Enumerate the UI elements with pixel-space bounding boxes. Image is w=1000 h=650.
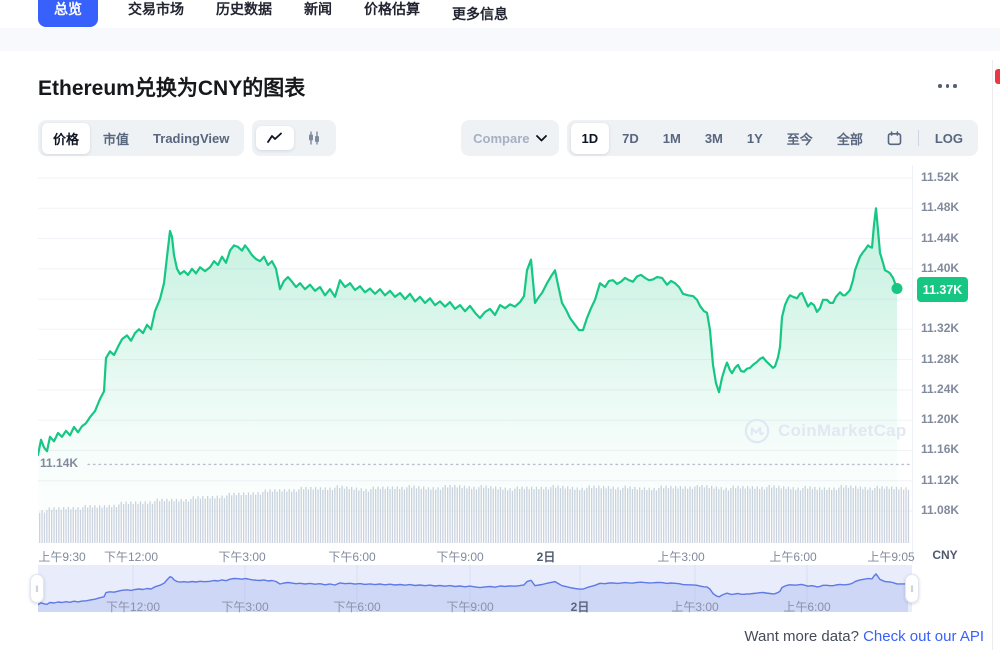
minimap-tick: 下午3:00 [221,598,268,615]
page-title: Ethereum兑换为CNY的图表 [38,72,305,102]
calendar-icon[interactable] [876,125,913,152]
y-axis-tick: 11.40K [921,261,959,275]
api-promo: Want more data? Check out our API [744,628,984,645]
nav-tabs: 总览交易市场历史数据新闻价格估算更多信息 [38,0,510,28]
candlestick-icon[interactable] [296,125,332,151]
y-axis-tick: 11.28K [921,352,959,366]
x-axis-tick: 上午3:00 [657,548,704,565]
x-axis-tick: 下午9:00 [436,548,483,565]
compare-button[interactable]: Compare [461,120,558,156]
range-1D[interactable]: 1D [571,123,610,154]
chart-type-switch [252,120,336,156]
chevron-down-icon [536,135,547,142]
range-全部[interactable]: 全部 [826,123,874,154]
minimap-tick: 下午9:00 [446,598,493,615]
range-至今[interactable]: 至今 [776,123,824,154]
compare-label: Compare [473,131,529,146]
y-axis-tick: 11.32K [921,321,959,335]
y-axis-tick: 11.12K [921,473,959,487]
chart-toolbar: 价格市值TradingView Compare 1D7D1M3M1Y至今全部 [38,120,978,156]
coinmarketcap-chart-page: 总览交易市场历史数据新闻价格估算更多信息 Ethereum兑换为CNY的图表 价… [0,0,1000,650]
y-axis-tick: 11.16K [921,442,959,456]
toolbar-divider [918,130,919,146]
minimap-labels: 下午12:00 下午3:00 下午6:00 下午9:00 2日 上午3:00 上午6:00 [0,598,1000,612]
minimap-tick: 上午6:00 [783,598,830,615]
brush-handle-left[interactable]: ‖ [30,574,44,603]
page-background-strip [0,28,1000,51]
view-tab[interactable]: 市值 [92,123,140,154]
log-scale-button[interactable]: LOG [924,125,974,152]
nav-tab-item[interactable]: 价格估算 [362,0,422,27]
y-axis-tick: 11.24K [921,382,959,396]
range-selector: 1D7D1M3M1Y至今全部 LOG [567,120,978,156]
range-7D[interactable]: 7D [611,123,650,154]
day-low-label: 11.14K [40,456,78,470]
range-3M[interactable]: 3M [694,123,734,154]
nav-tab-active[interactable]: 总览 [38,0,98,27]
view-tabs: 价格市值TradingView [38,120,244,156]
right-edge-divider [992,60,993,650]
y-axis-tick: 11.08K [921,503,959,517]
minimap-tick: 下午6:00 [333,598,380,615]
x-axis-tick: 上午9:05 [867,548,914,565]
minimap-tick: 上午3:00 [671,598,718,615]
api-promo-text: Want more data? [744,628,859,645]
nav-tab-item[interactable]: 交易市场 [126,0,186,27]
x-axis-labels: 上午9:30 下午12:00 下午3:00 下午6:00 下午9:00 2日 上午3:00 上… [0,548,1000,564]
view-tab[interactable]: TradingView [142,125,240,152]
nav-tab-item[interactable]: 历史数据 [214,0,274,27]
x-axis-tick: CNY [932,548,957,562]
y-axis-tick: 11.44K [921,231,959,245]
minimap-tick: 下午12:00 [106,598,160,615]
price-chart[interactable] [38,165,912,545]
last-price-dot [892,283,903,294]
x-axis-tick: 上午9:30 [38,548,85,565]
line-chart-icon[interactable] [256,126,294,150]
range-buttons: 1D7D1M3M1Y至今全部 [571,123,874,154]
y-axis-tick: 11.52K [921,170,959,184]
x-axis-tick: 下午6:00 [328,548,375,565]
nav-tab-item[interactable]: 新闻 [302,0,334,27]
y-axis-tick: 11.48K [921,200,959,214]
more-menu-icon[interactable] [936,82,959,90]
x-axis-tick: 下午12:00 [104,548,158,565]
x-axis-tick: 上午6:00 [769,548,816,565]
y-axis-tick: 11.20K [921,412,959,426]
range-1M[interactable]: 1M [652,123,692,154]
minimap-tick: 2日 [571,598,590,615]
range-1Y[interactable]: 1Y [736,123,774,154]
axis-border [912,165,913,563]
current-price-badge: 11.37K [917,277,968,302]
brush-handle-right[interactable]: ‖ [905,574,919,603]
api-link[interactable]: Check out our API [863,628,984,645]
x-axis-tick: 2日 [537,548,556,565]
view-tab[interactable]: 价格 [42,123,90,154]
clipped-red-icon [995,69,1000,84]
x-axis-tick: 下午3:00 [218,548,265,565]
